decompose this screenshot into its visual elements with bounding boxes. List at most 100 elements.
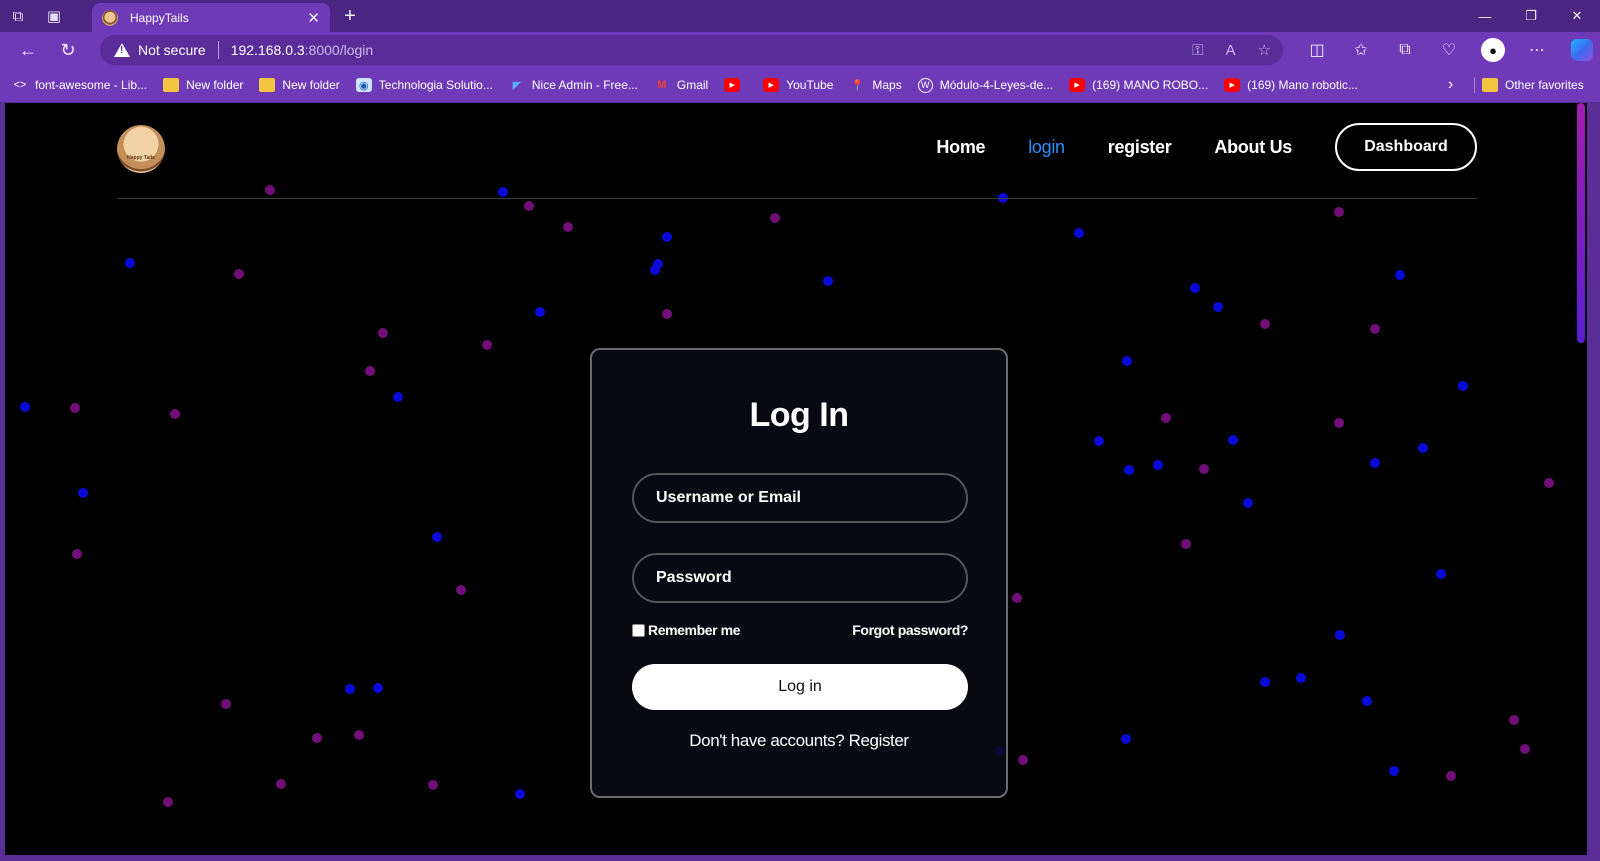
bookmark-item[interactable]: New folder (163, 78, 243, 92)
gmail-icon: M (657, 79, 667, 91)
happytails-logo[interactable]: Happy Tails (117, 125, 165, 173)
copilot-icon[interactable] (1571, 39, 1593, 61)
dashboard-button[interactable]: Dashboard (1335, 123, 1477, 171)
particle-dot (1153, 460, 1163, 470)
nav-about[interactable]: About Us (1214, 137, 1292, 158)
particle-dot (1370, 458, 1380, 468)
bookmark-label: New folder (186, 78, 244, 92)
login-button[interactable]: Log in (632, 664, 968, 710)
tab-happytails[interactable]: HappyTails ✕ (92, 3, 330, 32)
collections-icon[interactable]: ⧉ (1383, 32, 1427, 68)
particle-dot (1334, 207, 1344, 217)
performance-icon[interactable]: ♡ (1427, 32, 1471, 68)
minimize-icon[interactable]: — (1462, 0, 1508, 32)
address-toolbar: ← ↻ Not secure 192.168.0.3 :8000/login ⚿… (0, 32, 1600, 68)
scrollbar[interactable] (1577, 103, 1585, 343)
more-options-icon[interactable]: ⋯ (1515, 32, 1559, 68)
particle-dot (823, 276, 833, 286)
youtube-icon: ▶ (763, 78, 780, 92)
bookmark-label: (169) MANO ROBO... (1092, 78, 1209, 92)
particle-dot (1190, 283, 1200, 293)
username-input[interactable] (632, 473, 968, 523)
password-input[interactable] (632, 553, 968, 603)
key-icon[interactable]: ⚿ (1192, 42, 1203, 59)
divider (1474, 77, 1475, 93)
back-icon[interactable]: ← (8, 32, 48, 68)
bookmark-label: Maps (872, 78, 902, 92)
address-bar[interactable]: Not secure 192.168.0.3 :8000/login ⚿ A ☆ (100, 35, 1283, 65)
particle-dot (373, 683, 383, 693)
bookmark-label: font-awesome - Lib... (35, 78, 148, 92)
main-nav: Home login register About Us Dashboard (893, 123, 1477, 171)
login-card: Log In Remember me Forgot password? Log … (590, 348, 1008, 798)
happytails-favicon-icon (102, 9, 118, 26)
login-title: Log In (749, 396, 849, 434)
address-bar-actions: ⚿ A ☆ (1192, 35, 1271, 65)
particle-dot (535, 307, 545, 317)
bookmark-item[interactable]: New folder (259, 78, 340, 92)
bookmark-item[interactable]: M Gmail (654, 78, 708, 92)
bookmark-item[interactable]: ◉ Technologia Solutio... (355, 78, 493, 92)
particle-dot (1335, 630, 1345, 640)
close-window-icon[interactable]: ✕ (1554, 0, 1600, 32)
particle-dot (170, 409, 180, 419)
window-bottom-edge (5, 855, 1587, 861)
profile-avatar-icon[interactable]: ● (1481, 38, 1505, 62)
remember-checkbox[interactable] (632, 623, 645, 637)
new-tab-button[interactable]: + (334, 0, 366, 32)
remember-label: Remember me (648, 622, 741, 638)
nav-login[interactable]: login (1028, 137, 1065, 158)
bookmark-item[interactable]: ▶ YouTube (763, 78, 833, 92)
particle-dot (1260, 319, 1270, 329)
particle-dot (1418, 443, 1428, 453)
nav-home[interactable]: Home (936, 137, 985, 158)
bookmark-item[interactable]: W Módulo-4-Leyes-de... (917, 77, 1053, 93)
workspaces-icon[interactable]: ⧉ (0, 0, 36, 32)
remember-me[interactable]: Remember me (632, 622, 740, 638)
refresh-icon[interactable]: ↻ (48, 32, 88, 68)
bookmark-label: Nice Admin - Free... (531, 78, 638, 92)
favorites-icon[interactable]: ✩ (1339, 32, 1383, 68)
not-secure-label[interactable]: Not secure (138, 42, 206, 58)
particle-dot (1334, 418, 1344, 428)
folder-icon (163, 78, 180, 92)
restore-icon[interactable]: ❐ (1508, 0, 1554, 32)
particle-dot (428, 780, 438, 790)
read-aloud-icon[interactable]: A (1226, 42, 1236, 59)
forgot-password-link[interactable]: Forgot password? (852, 622, 968, 638)
particle-dot (1243, 498, 1253, 508)
split-screen-icon[interactable]: ◫ (1295, 32, 1339, 68)
particle-dot (1199, 464, 1209, 474)
youtube-icon: ▶ (1224, 78, 1241, 92)
particle-dot (563, 222, 573, 232)
register-link[interactable]: Don't have accounts? Register (592, 731, 1006, 751)
particle-dot (1228, 435, 1238, 445)
particle-dot (378, 328, 388, 338)
chevron-right-icon[interactable]: › (1448, 68, 1453, 102)
folder-icon (1482, 78, 1498, 92)
bookmark-item[interactable]: ▶ (169) Mano robotic... (1224, 78, 1358, 92)
youtube-icon: ▶ (1069, 78, 1086, 92)
particle-dot (662, 309, 672, 319)
close-tab-icon[interactable]: ✕ (307, 9, 320, 27)
particle-dot (1370, 324, 1380, 334)
particle-dot (524, 201, 534, 211)
browser-tools: ◫ ✩ ⧉ ♡ ● ⋯ (1295, 32, 1593, 68)
bookmark-item[interactable]: 📍 Maps (849, 78, 902, 92)
particle-dot (78, 488, 88, 498)
particle-dot (345, 684, 355, 694)
url-path: :8000/login (304, 42, 374, 58)
tab-actions-icon[interactable]: ▣ (36, 0, 72, 32)
bookmark-item[interactable]: <> font-awesome - Lib... (12, 78, 148, 92)
bookmark-label: (169) Mano robotic... (1247, 78, 1358, 92)
other-favorites[interactable]: Other favorites (1482, 68, 1584, 102)
particle-dot (1213, 302, 1223, 312)
nav-register[interactable]: register (1108, 137, 1172, 158)
particle-dot (662, 232, 672, 242)
bookmark-item[interactable]: ▶ (169) MANO ROBO... (1069, 78, 1208, 92)
bookmark-label: New folder (282, 78, 340, 92)
particle-dot (221, 699, 231, 709)
bookmark-item[interactable]: ▶ (724, 78, 747, 92)
bookmark-item[interactable]: ◤ Nice Admin - Free... (509, 78, 638, 92)
favorite-star-icon[interactable]: ☆ (1258, 41, 1271, 59)
